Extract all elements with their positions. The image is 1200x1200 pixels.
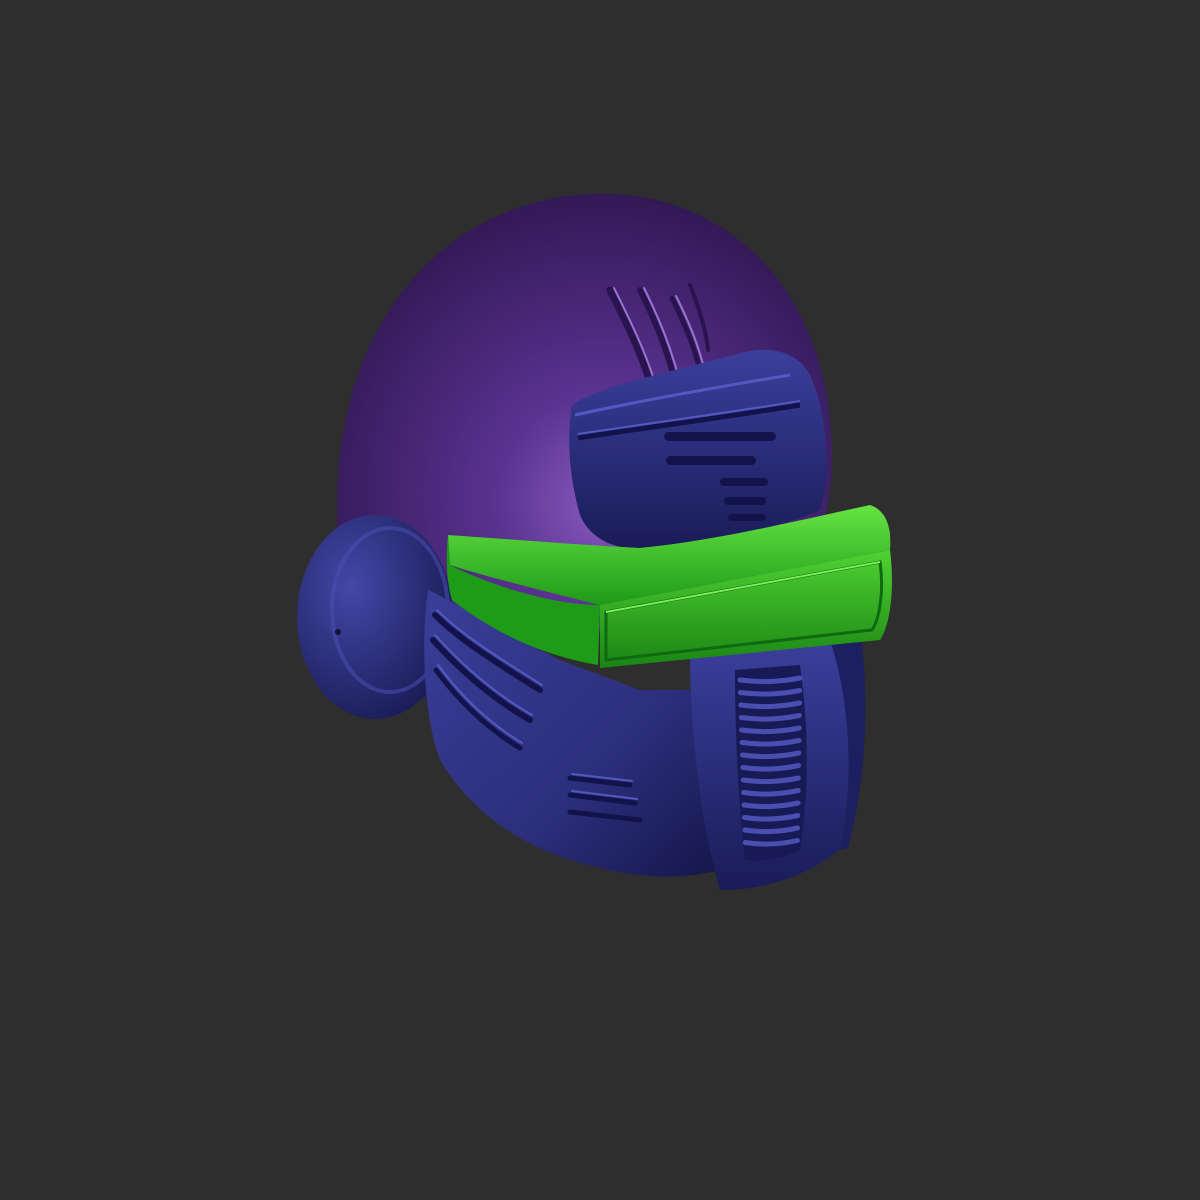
helmet-render (0, 0, 1200, 1200)
render-viewport[interactable] (0, 0, 1200, 1200)
